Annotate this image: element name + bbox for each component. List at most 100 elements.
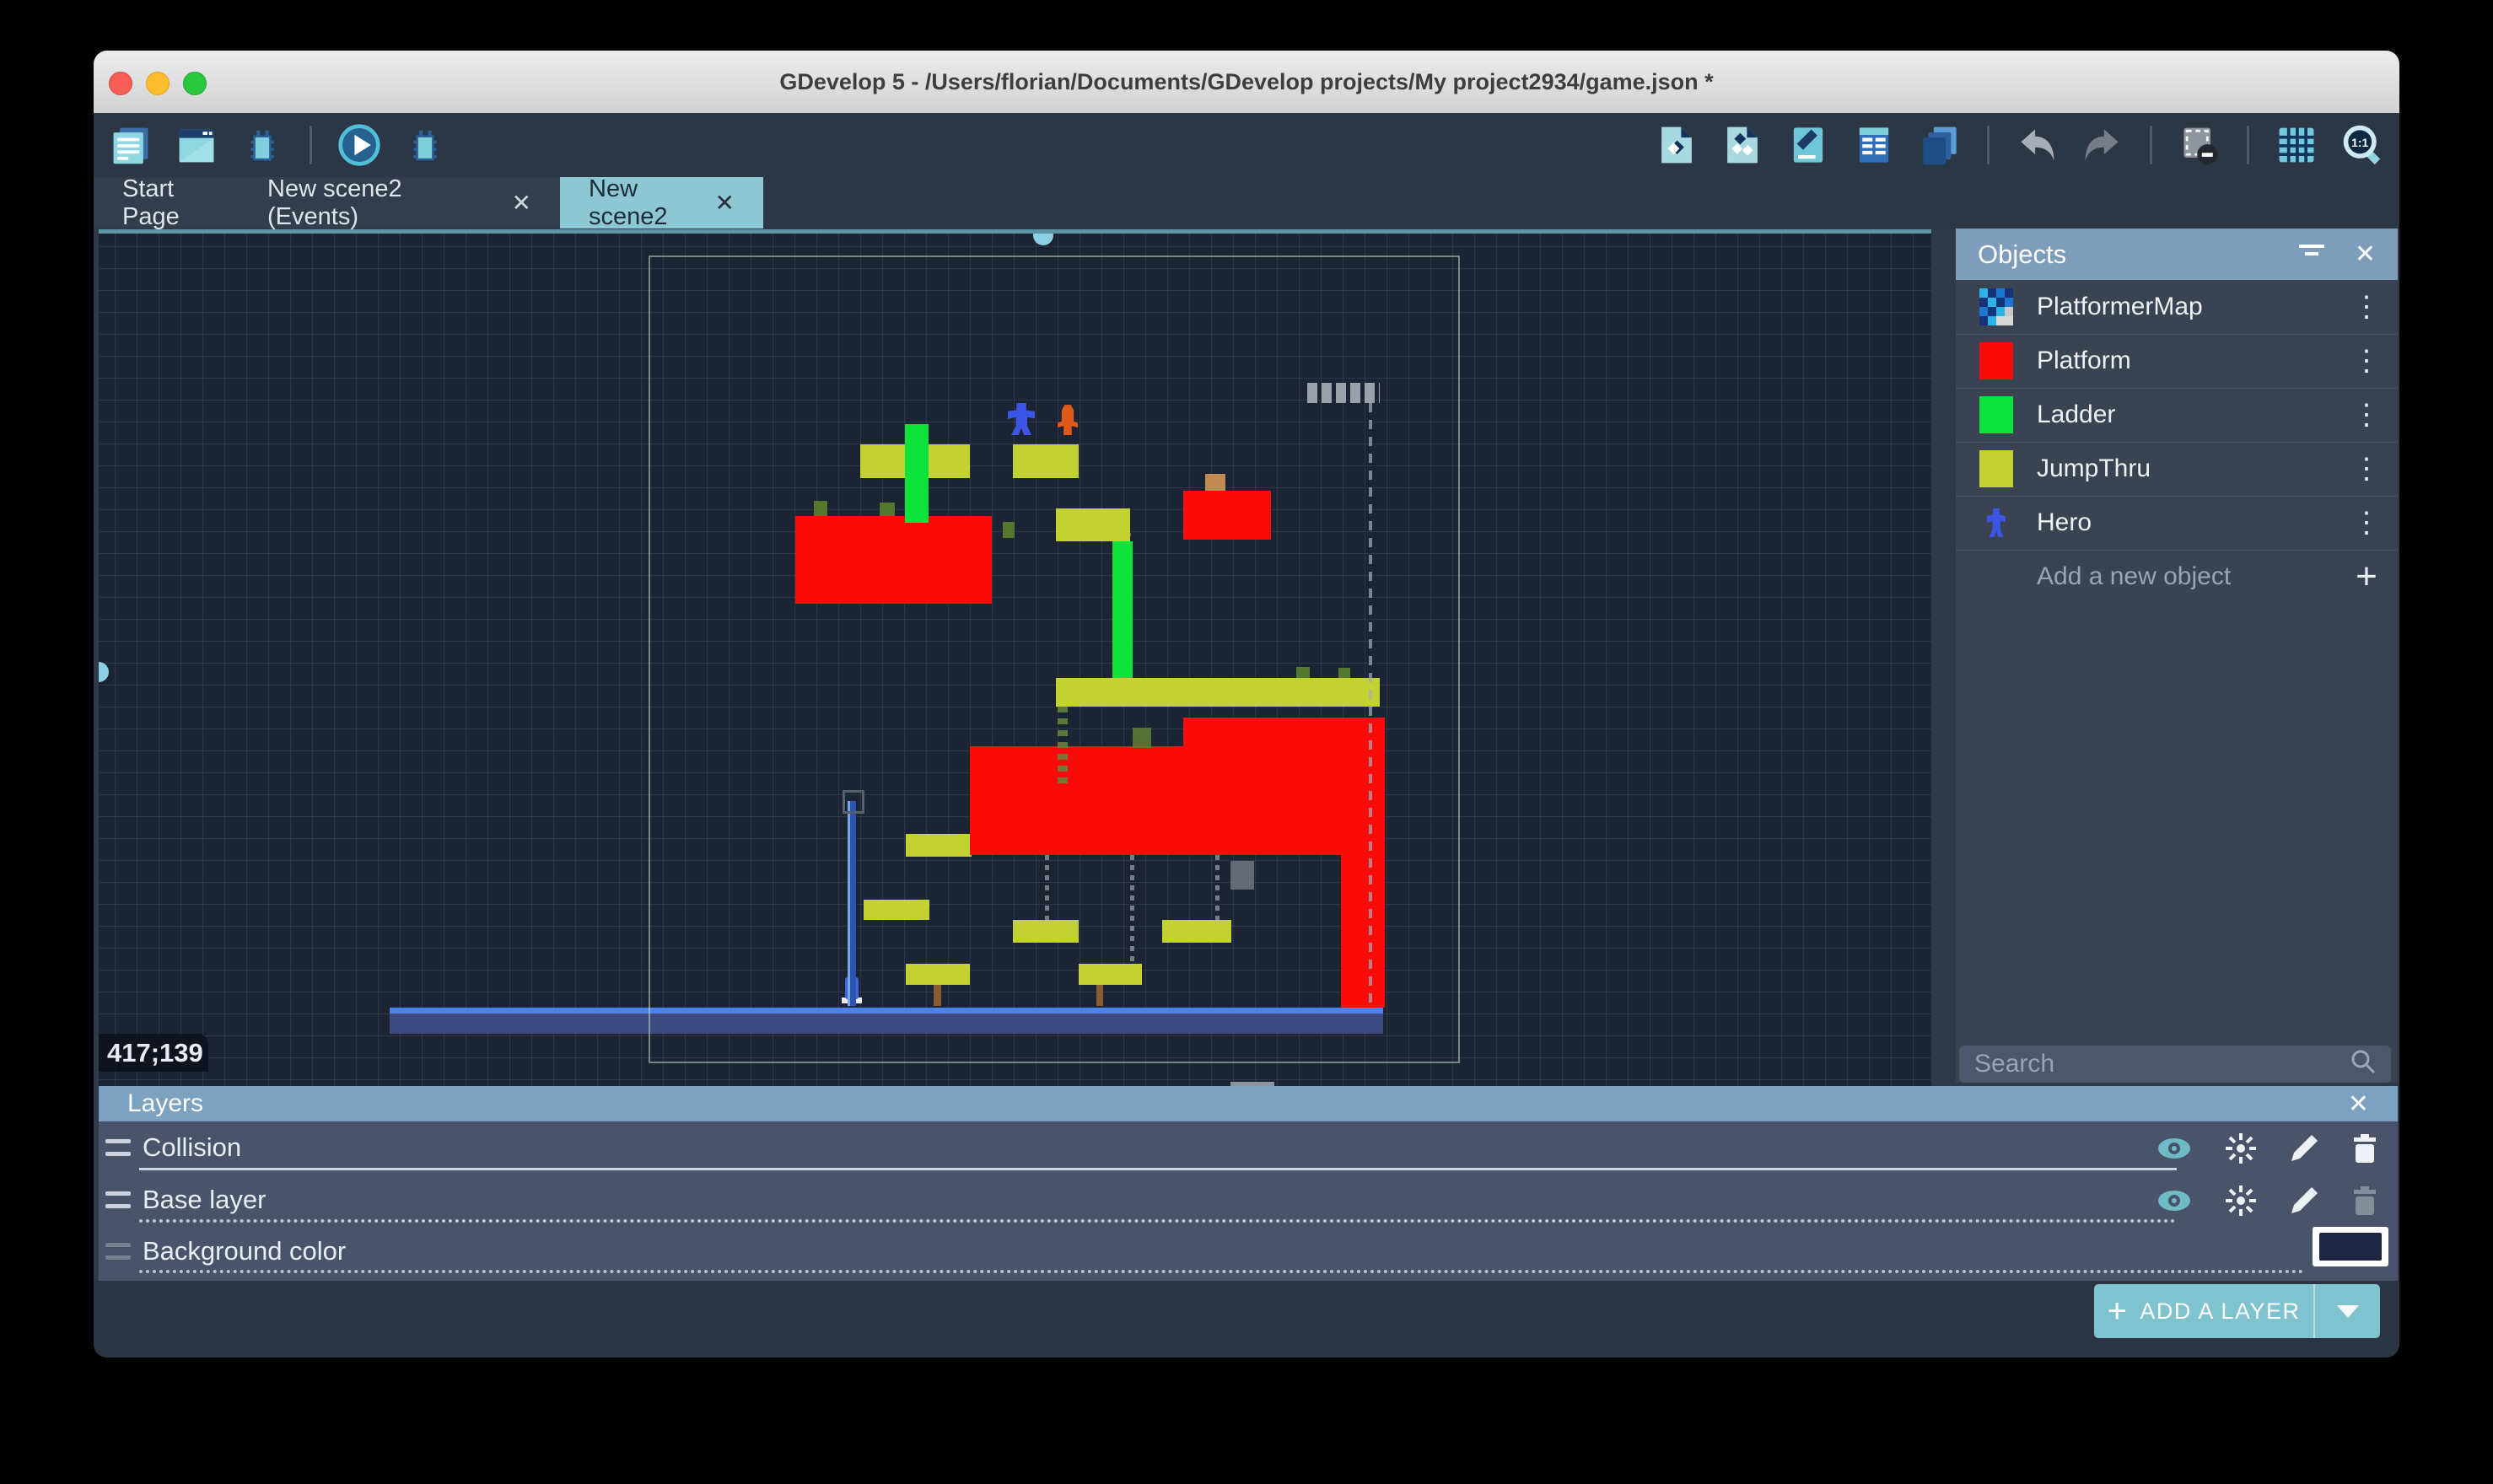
scene-canvas[interactable]: 417;139 — [99, 229, 1931, 1087]
tab-label: Start Page — [122, 175, 210, 231]
object-menu-icon[interactable]: ⋮ — [2337, 452, 2398, 486]
object-item-ladder[interactable]: Ladder ⋮ — [1956, 388, 2398, 443]
object-menu-icon[interactable]: ⋮ — [2337, 344, 2398, 378]
platformermap-thumbnail — [1979, 288, 2013, 325]
debug-icon[interactable] — [240, 123, 284, 167]
toolbar-separator — [1987, 126, 1990, 164]
mask-selection-icon[interactable] — [2178, 123, 2221, 167]
object-label: PlatformerMap — [2037, 293, 2337, 321]
delete-layer-icon-disabled — [2352, 1186, 2377, 1222]
filter-icon[interactable] — [2297, 239, 2326, 270]
toolbar-separator — [2150, 126, 2152, 164]
add-layer-label: ADD A LAYER — [2140, 1298, 2300, 1325]
drag-handle-icon[interactable] — [105, 1139, 131, 1156]
debug-play-icon[interactable] — [403, 123, 447, 167]
object-label: Hero — [2037, 508, 2337, 537]
layer-name-underline — [139, 1270, 2305, 1273]
layer-row-base-layer[interactable]: Base layer — [99, 1174, 2398, 1226]
scene-object-frame[interactable] — [649, 255, 1460, 1063]
add-new-object-row[interactable]: Add a new object + — [1956, 550, 2398, 604]
edit-scene-properties-icon[interactable] — [1786, 123, 1830, 167]
close-tab-icon[interactable]: ✕ — [715, 189, 735, 217]
redo-icon[interactable] — [2081, 123, 2124, 167]
object-menu-icon[interactable]: ⋮ — [2337, 290, 2398, 324]
svg-text:1:1: 1:1 — [2351, 136, 2368, 149]
object-item-hero[interactable]: Hero ⋮ — [1956, 496, 2398, 551]
object-menu-icon[interactable]: ⋮ — [2337, 506, 2398, 540]
close-icon[interactable]: ✕ — [2355, 239, 2376, 269]
layers-panel-body: Collision Base layer Background color — [99, 1121, 2398, 1281]
drag-handle-icon[interactable] — [105, 1191, 131, 1208]
hero-thumbnail — [1987, 508, 2006, 537]
gdevelop-window: GDevelop 5 - /Users/florian/Documents/GD… — [94, 51, 2399, 1358]
zoom-reset-icon[interactable]: 1:1 — [2340, 123, 2384, 167]
layer-row-collision[interactable]: Collision — [99, 1121, 2398, 1174]
close-tab-icon[interactable]: ✕ — [512, 189, 531, 217]
objects-search-input[interactable] — [1973, 1049, 2349, 1079]
layer-name[interactable]: Base layer — [143, 1185, 446, 1215]
play-icon[interactable] — [337, 123, 381, 167]
splitter-handle-left[interactable] — [99, 662, 109, 682]
minimize-window-button[interactable] — [146, 72, 170, 95]
ladder-thumbnail — [1979, 396, 2013, 433]
platform-thumbnail — [1979, 342, 2013, 379]
toolbar-right-group: 1:1 — [1655, 123, 2384, 167]
visibility-eye-icon[interactable] — [2156, 1189, 2192, 1219]
add-layer-button-main[interactable]: + ADD A LAYER — [2094, 1284, 2315, 1338]
tab-new-scene2[interactable]: New scene2 ✕ — [560, 177, 763, 229]
main-toolbar: 1:1 — [94, 113, 2399, 177]
plus-icon: + — [2108, 1293, 2129, 1331]
close-icon[interactable]: ✕ — [2348, 1089, 2369, 1119]
layer-row-background-color[interactable]: Background color — [99, 1226, 2398, 1277]
maximize-window-button[interactable] — [183, 72, 207, 95]
object-file-icon[interactable] — [1655, 123, 1699, 167]
visibility-eye-icon[interactable] — [2156, 1137, 2192, 1167]
title-bar: GDevelop 5 - /Users/florian/Documents/GD… — [94, 51, 2399, 114]
layer-name-underline — [139, 1219, 2177, 1223]
objects-search-box[interactable] — [1959, 1046, 2391, 1083]
layers-panel-title: Layers — [127, 1089, 203, 1118]
object-item-jumpthru[interactable]: JumpThru ⋮ — [1956, 442, 2398, 497]
jumpthru-thumbnail — [1979, 450, 2013, 487]
layer-name: Background color — [143, 1236, 446, 1266]
toolbar-left-group — [109, 123, 447, 167]
add-object-plus-icon[interactable]: + — [2337, 556, 2398, 598]
object-label: JumpThru — [2037, 454, 2337, 483]
delete-layer-icon[interactable] — [2352, 1134, 2377, 1169]
object-item-platform[interactable]: Platform ⋮ — [1956, 334, 2398, 389]
layer-effects-icon[interactable] — [2226, 1186, 2256, 1223]
toolbar-separator — [310, 126, 312, 164]
tab-bar: Start Page New scene2 (Events) ✕ New sce… — [94, 177, 2399, 229]
window-title: GDevelop 5 - /Users/florian/Documents/GD… — [779, 69, 1713, 95]
object-label: Ladder — [2037, 401, 2337, 429]
toolbar-separator — [2247, 126, 2249, 164]
layers-copies-icon[interactable] — [1918, 123, 1962, 167]
layer-effects-icon[interactable] — [2226, 1133, 2256, 1170]
add-layer-dropdown[interactable] — [2315, 1284, 2380, 1338]
object-label: Platform — [2037, 347, 2337, 375]
background-color-swatch[interactable] — [2313, 1227, 2388, 1266]
open-scene-icon[interactable] — [175, 123, 218, 167]
instances-list-icon[interactable] — [1852, 123, 1896, 167]
edit-layer-icon[interactable] — [2290, 1134, 2318, 1169]
undo-icon[interactable] — [2015, 123, 2059, 167]
layers-panel-header: Layers ✕ — [99, 1086, 2398, 1121]
edit-layer-icon[interactable] — [2290, 1186, 2318, 1222]
objects-panel: Objects ✕ PlatformerMap ⋮ Platform ⋮ Lad… — [1956, 229, 2398, 1083]
tab-label: New scene2 — [589, 175, 693, 231]
grid-icon[interactable] — [2275, 123, 2318, 167]
object-groups-icon[interactable] — [1720, 123, 1764, 167]
objects-panel-header: Objects ✕ — [1956, 229, 2398, 280]
layer-name-underline — [139, 1168, 2177, 1170]
tab-start-page[interactable]: Start Page — [94, 177, 239, 229]
tab-new-scene2-events[interactable]: New scene2 (Events) ✕ — [239, 177, 560, 229]
object-item-platformermap[interactable]: PlatformerMap ⋮ — [1956, 280, 2398, 335]
splitter-handle-top[interactable] — [1033, 229, 1053, 245]
object-menu-icon[interactable]: ⋮ — [2337, 398, 2398, 432]
project-manager-icon[interactable] — [109, 123, 153, 167]
add-layer-button[interactable]: + ADD A LAYER — [2094, 1284, 2380, 1338]
layer-name[interactable]: Collision — [143, 1132, 446, 1163]
search-icon — [2349, 1048, 2377, 1081]
close-window-button[interactable] — [109, 72, 132, 95]
add-object-label: Add a new object — [2037, 562, 2337, 591]
